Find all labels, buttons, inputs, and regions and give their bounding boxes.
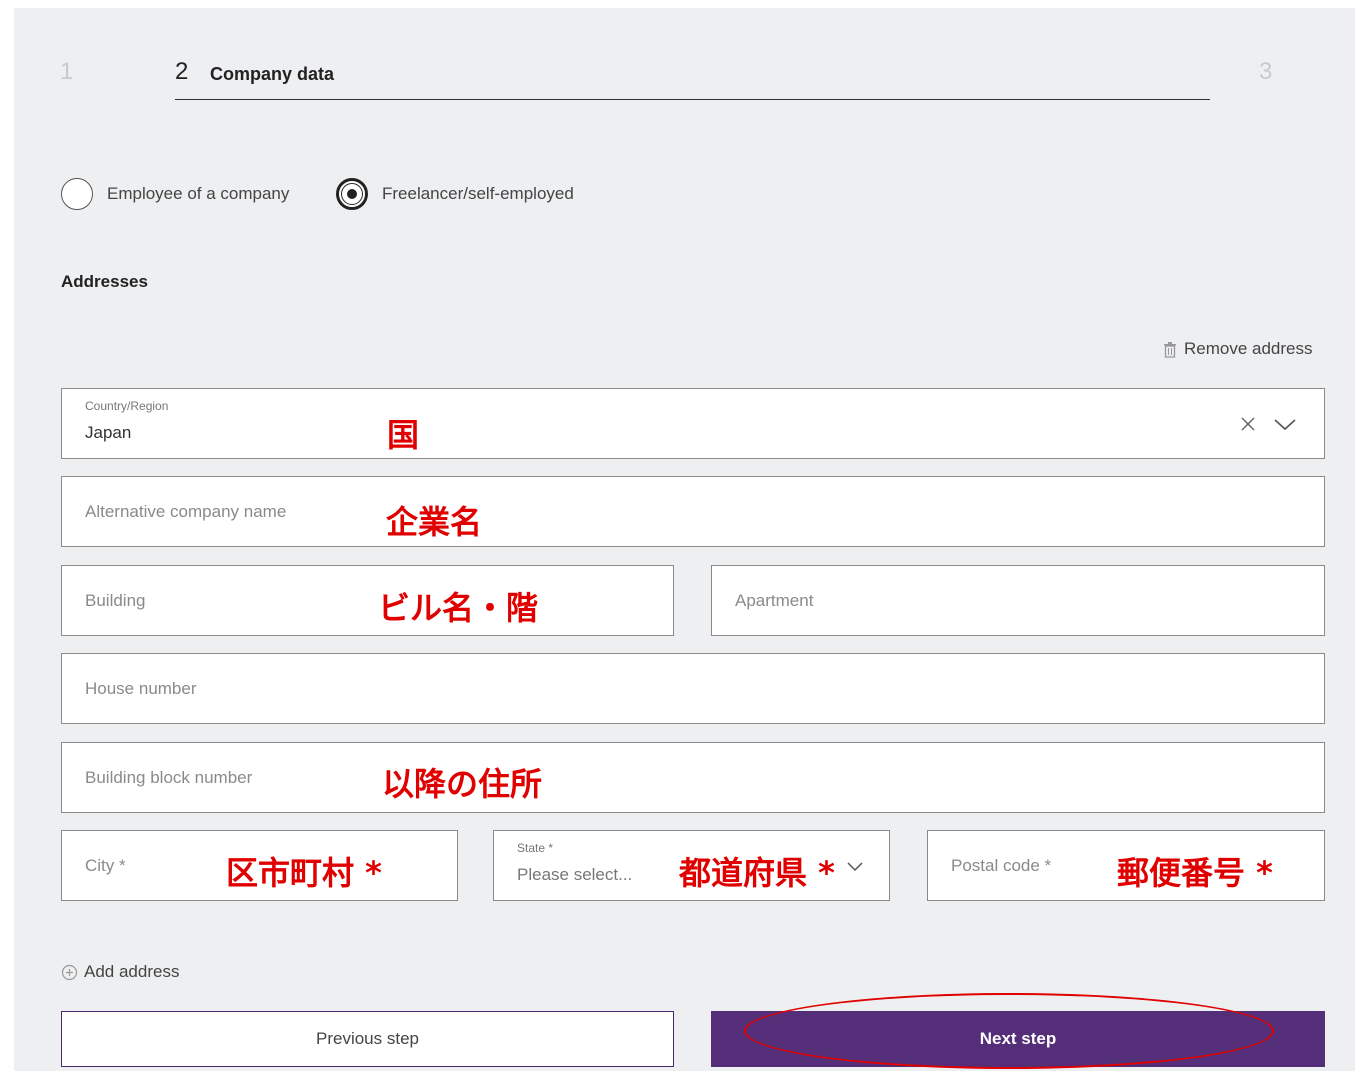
annotation-city: 区市町村 * bbox=[226, 854, 382, 892]
alt-company-name-input[interactable]: Alternative company name bbox=[61, 476, 1325, 547]
chevron-down-icon[interactable] bbox=[847, 862, 863, 872]
state-label: State * bbox=[517, 841, 554, 855]
postal-code-placeholder: Postal code * bbox=[951, 855, 1052, 875]
apartment-placeholder: Apartment bbox=[735, 590, 814, 610]
country-value: Japan bbox=[85, 423, 132, 442]
next-step-button[interactable]: Next step bbox=[711, 1011, 1325, 1067]
block-number-placeholder: Building block number bbox=[85, 767, 253, 787]
annotation-state: 都道府県 * bbox=[679, 854, 835, 892]
previous-step-button[interactable]: Previous step bbox=[61, 1011, 674, 1067]
city-placeholder: City * bbox=[85, 855, 126, 875]
country-label: Country/Region bbox=[85, 399, 169, 413]
annotation-building: ビル名・階 bbox=[378, 589, 539, 627]
house-number-input[interactable]: House number bbox=[61, 653, 1325, 724]
radio-freelancer-circle[interactable] bbox=[336, 178, 368, 210]
trash-icon bbox=[1162, 341, 1178, 358]
plus-circle-icon bbox=[61, 964, 78, 981]
step-1[interactable]: 1 bbox=[60, 58, 73, 86]
radio-freelancer-label: Freelancer/self-employed bbox=[382, 184, 574, 203]
step-2-label: Company data bbox=[210, 64, 335, 84]
step-progress-line bbox=[175, 99, 1210, 100]
radio-employee[interactable]: Employee of a company bbox=[61, 178, 289, 210]
radio-freelancer[interactable]: Freelancer/self-employed bbox=[336, 178, 574, 210]
annotation-postal: 郵便番号 * bbox=[1117, 854, 1273, 892]
alt-company-name-placeholder: Alternative company name bbox=[85, 501, 287, 521]
add-address-link[interactable]: Add address bbox=[61, 962, 179, 982]
house-number-placeholder: House number bbox=[85, 678, 197, 698]
block-number-input[interactable]: Building block number bbox=[61, 742, 1325, 813]
annotation-company: 企業名 bbox=[386, 503, 483, 541]
remove-address-link[interactable]: Remove address bbox=[1162, 339, 1313, 359]
step-3[interactable]: 3 bbox=[1259, 58, 1272, 86]
radio-employee-label: Employee of a company bbox=[107, 184, 290, 203]
add-address-label: Add address bbox=[84, 962, 180, 981]
state-placeholder: Please select... bbox=[517, 865, 633, 884]
step-2-number: 2 bbox=[175, 58, 189, 85]
apartment-input[interactable]: Apartment bbox=[711, 565, 1325, 636]
clear-icon[interactable] bbox=[1240, 416, 1256, 432]
chevron-down-icon[interactable] bbox=[1274, 419, 1296, 431]
building-placeholder: Building bbox=[85, 590, 146, 610]
remove-address-label: Remove address bbox=[1184, 339, 1313, 358]
radio-employee-circle[interactable] bbox=[61, 178, 93, 210]
building-input[interactable]: Building bbox=[61, 565, 674, 636]
addresses-title: Addresses bbox=[61, 272, 148, 291]
country-select[interactable]: Country/Region Japan bbox=[61, 388, 1325, 459]
annotation-address: 以降の住所 bbox=[382, 765, 543, 803]
annotation-country: 国 bbox=[387, 416, 420, 454]
